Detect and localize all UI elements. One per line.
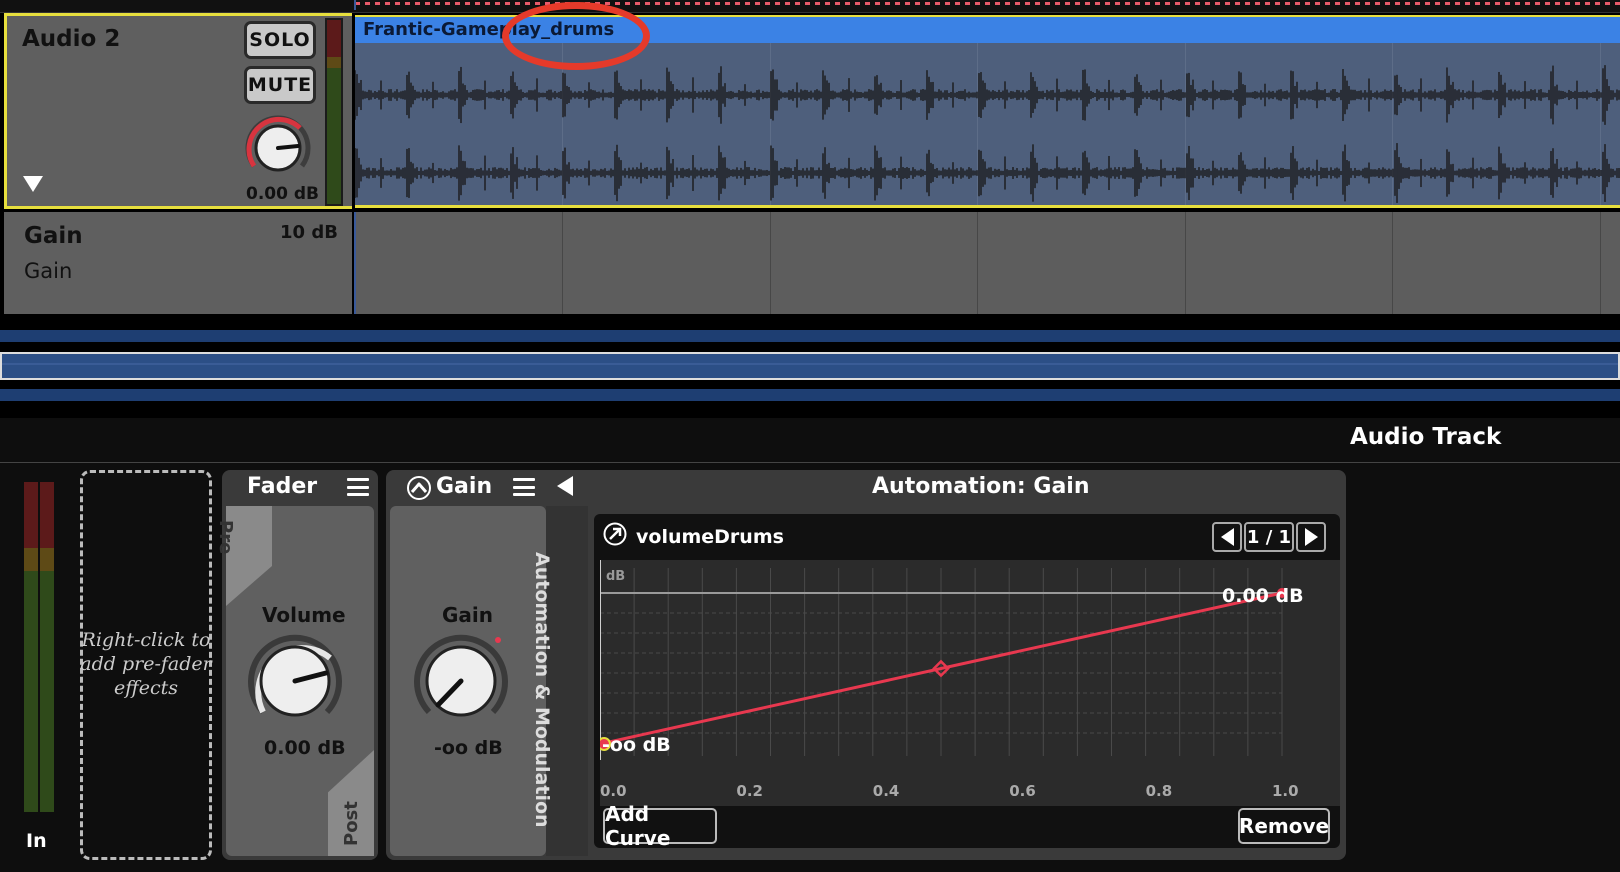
automation-title: Automation: Gain: [872, 474, 1090, 499]
chevron-right-icon: [1304, 528, 1318, 546]
clip-waveform: [355, 65, 1620, 203]
x-tick-label: 0.6: [1009, 782, 1036, 800]
x-tick-labels: 0.0 0.2 0.4 0.6 0.8 1.0: [600, 782, 1299, 800]
track-name[interactable]: Audio 2: [22, 26, 120, 52]
panel-title: Audio Track: [1350, 424, 1502, 450]
playhead-line: [354, 212, 356, 314]
playhead-line: [354, 0, 356, 10]
gain-knob-value: -oo dB: [434, 737, 503, 759]
gain-knob-label: Gain: [442, 603, 494, 627]
x-tick-label: 1.0: [1272, 782, 1299, 800]
volume-knob[interactable]: [246, 632, 344, 730]
x-tick-label: 0.8: [1146, 782, 1173, 800]
volume-label: Volume: [262, 603, 346, 627]
automation-modulation-label: Automation & Modulation: [531, 552, 553, 828]
input-meter-right: [40, 482, 54, 812]
gain-plugin-title[interactable]: Gain: [436, 474, 492, 499]
curve-start-label: -oo dB: [602, 734, 671, 756]
input-label: In: [26, 830, 47, 852]
mute-button[interactable]: MUTE: [244, 66, 316, 104]
gain-knob[interactable]: [412, 632, 510, 730]
curve-name[interactable]: volumeDrums: [636, 526, 784, 548]
gain-lane-title: Gain: [24, 223, 83, 249]
next-curve-button[interactable]: [1296, 522, 1326, 552]
pan-knob[interactable]: [242, 112, 314, 184]
post-label: Post: [341, 801, 362, 846]
x-tick-label: 0.0: [600, 782, 627, 800]
horizontal-scrollbar-track[interactable]: [0, 389, 1620, 401]
gain-automation-lane[interactable]: [355, 212, 1620, 314]
hamburger-menu-icon[interactable]: [347, 478, 369, 496]
x-tick-label: 0.4: [873, 782, 900, 800]
input-meter-left: [24, 482, 38, 812]
hamburger-menu-icon[interactable]: [513, 478, 535, 496]
gain-lane-parameter[interactable]: Gain: [24, 259, 72, 283]
prefader-hint: Right-click to add pre-fader effects: [80, 629, 212, 699]
chevron-left-icon: [1220, 528, 1234, 546]
y-unit-label: dB: [606, 569, 625, 584]
gain-lane-value: 10 dB: [280, 222, 338, 243]
panel-divider: [0, 462, 1620, 463]
timeline-overview-scrollbar[interactable]: [0, 352, 1620, 380]
add-curve-button[interactable]: Add Curve: [603, 802, 717, 850]
track-level-meter: [325, 18, 343, 206]
pre-label: Pre: [215, 520, 236, 555]
automation-curve-graph[interactable]: dB 0.0 0.2 0.4 0.6 0.8 1.0 -oo dB 0.00 dB: [600, 560, 1340, 806]
solo-button[interactable]: SOLO: [244, 21, 316, 59]
fader-plugin-title[interactable]: Fader: [247, 474, 317, 499]
volume-value: 0.00 dB: [264, 737, 346, 759]
curve-page-indicator: 1 / 1: [1244, 522, 1294, 552]
curve-series: [600, 588, 1287, 751]
annotation-circle: [502, 2, 650, 70]
collapse-left-icon[interactable]: [557, 476, 573, 496]
collapse-track-icon[interactable]: [23, 176, 43, 192]
x-tick-label: 0.2: [736, 782, 763, 800]
curve-end-label: 0.00 dB: [1222, 585, 1304, 607]
horizontal-scrollbar-track[interactable]: [0, 330, 1620, 342]
arrow-up-right-icon[interactable]: [603, 522, 627, 546]
remove-curve-button[interactable]: Remove: [1238, 808, 1330, 844]
previous-curve-button[interactable]: [1212, 522, 1242, 552]
track-volume-readout: 0.00 dB: [246, 184, 319, 204]
automation-icon[interactable]: [406, 475, 432, 501]
